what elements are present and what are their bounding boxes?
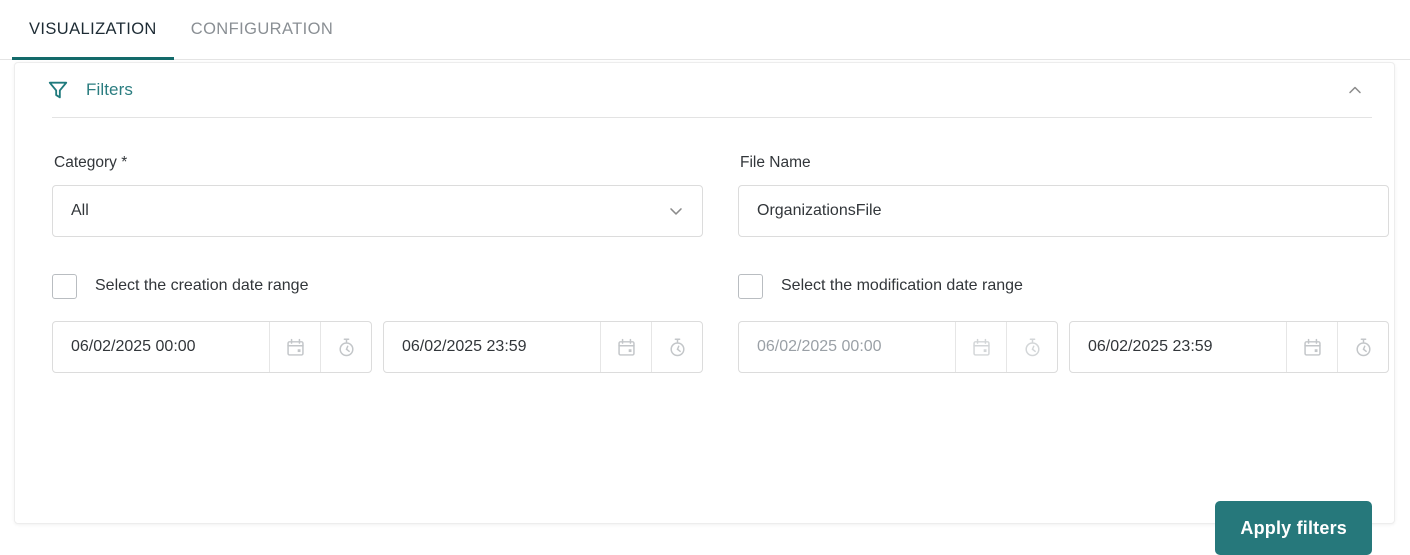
filters-right-column: File Name OrganizationsFile Select the m… [738, 118, 1389, 373]
modification-date-range-check-row[interactable]: Select the modification date range [738, 273, 1389, 299]
creation-date-range-checkbox[interactable] [52, 273, 77, 299]
tab-configuration[interactable]: CONFIGURATION [174, 0, 350, 60]
creation-date-range-label: Select the creation date range [95, 277, 309, 294]
creation-date-range-check-row[interactable]: Select the creation date range [52, 273, 703, 299]
modification-date-range-checkbox[interactable] [738, 273, 763, 299]
filters-left-column: Category * All Select the creation date … [52, 118, 703, 373]
filters-title: Filters [86, 80, 133, 99]
file-name-input-value: OrganizationsFile [757, 202, 882, 219]
modification-date-from-field[interactable]: 06/02/2025 00:00 [738, 321, 1058, 373]
tab-bar: VISUALIZATION CONFIGURATION [0, 0, 1410, 60]
tab-visualization-label: VISUALIZATION [29, 20, 157, 38]
category-select[interactable]: All [52, 185, 703, 237]
creation-date-to-field[interactable]: 06/02/2025 23:59 [383, 321, 703, 373]
funnel-icon [47, 79, 69, 101]
tab-configuration-label: CONFIGURATION [190, 20, 334, 38]
file-name-label: File Name [740, 154, 811, 171]
creation-date-to-value: 06/02/2025 23:59 [402, 338, 527, 355]
stopwatch-icon[interactable] [1006, 322, 1057, 372]
chevron-up-icon[interactable] [1338, 73, 1372, 107]
stopwatch-icon[interactable] [320, 322, 371, 372]
stopwatch-icon[interactable] [651, 322, 702, 372]
filters-actions: Apply filters [1215, 501, 1372, 555]
modification-date-to-value: 06/02/2025 23:59 [1088, 338, 1213, 355]
modification-date-range-row: 06/02/2025 00:00 06/02/2025 23:59 [738, 321, 1389, 373]
category-label: Category * [54, 154, 128, 171]
chevron-down-icon[interactable] [666, 201, 702, 221]
calendar-icon[interactable] [955, 322, 1006, 372]
file-name-input[interactable]: OrganizationsFile [738, 185, 1389, 237]
calendar-icon[interactable] [600, 322, 651, 372]
calendar-icon[interactable] [1286, 322, 1337, 372]
creation-date-range-row: 06/02/2025 00:00 06/02/2025 23:59 [52, 321, 703, 373]
modification-date-from-value: 06/02/2025 00:00 [757, 338, 882, 355]
creation-date-from-value: 06/02/2025 00:00 [71, 338, 196, 355]
filters-card: Filters Category * All Select the creati… [14, 62, 1395, 555]
tab-visualization[interactable]: VISUALIZATION [12, 0, 174, 60]
modification-date-to-field[interactable]: 06/02/2025 23:59 [1069, 321, 1389, 373]
creation-date-from-field[interactable]: 06/02/2025 00:00 [52, 321, 372, 373]
apply-filters-button[interactable]: Apply filters [1215, 501, 1372, 555]
stopwatch-icon[interactable] [1337, 322, 1388, 372]
category-select-value: All [71, 202, 89, 219]
filters-card-header: Filters [15, 63, 1394, 117]
modification-date-range-label: Select the modification date range [781, 277, 1023, 294]
calendar-icon[interactable] [269, 322, 320, 372]
